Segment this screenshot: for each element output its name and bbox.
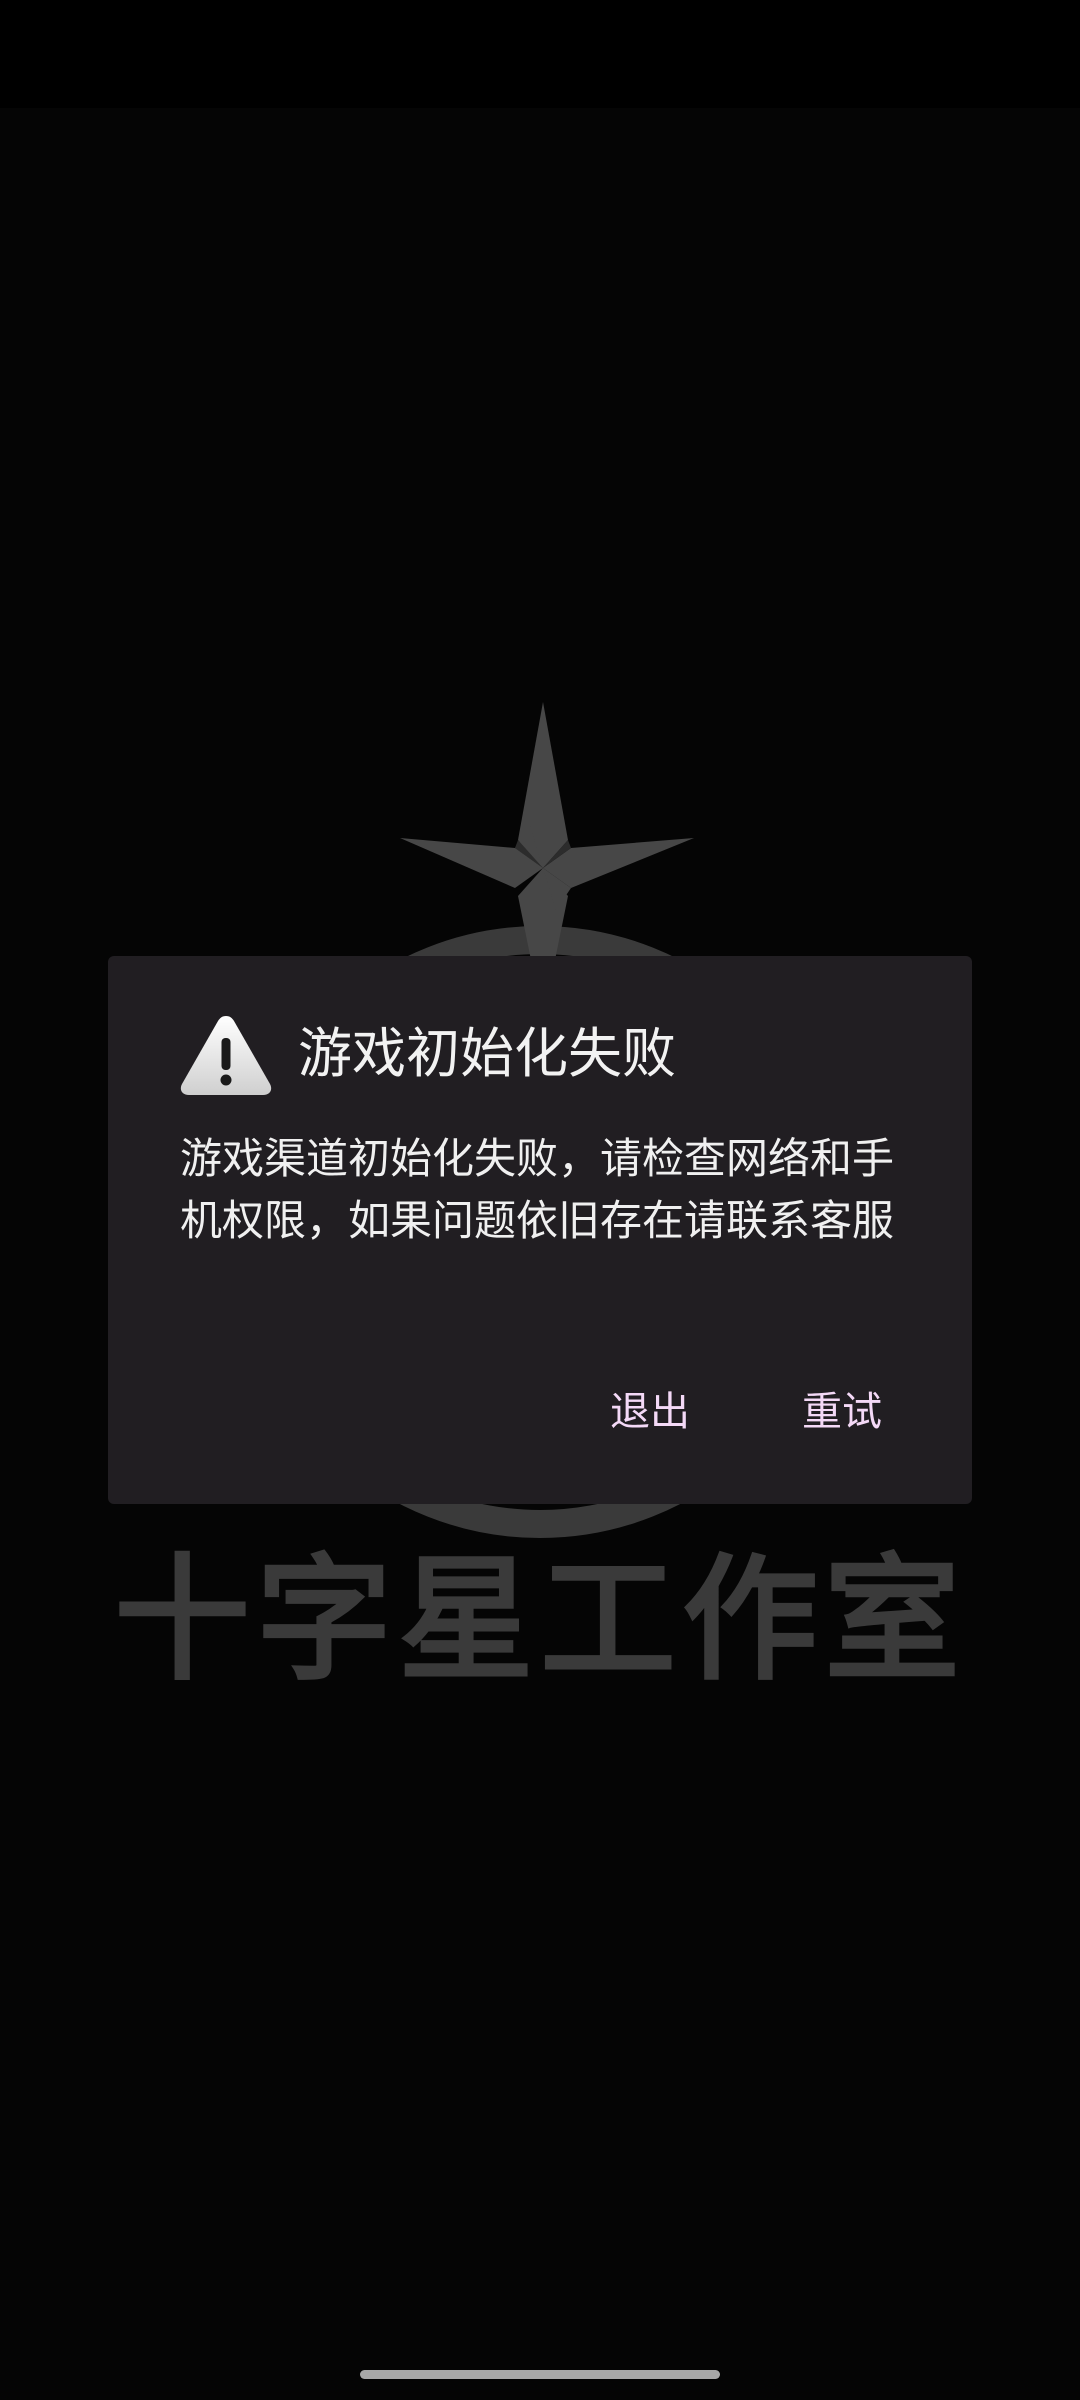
error-dialog: 游戏初始化失败 游戏渠道初始化失败，请检查网络和手机权限，如果问题依旧存在请联系…	[108, 956, 972, 1504]
retry-button[interactable]: 重试	[782, 1376, 902, 1448]
app-screen: 十字星工作室 游戏初始化失败 游戏渠道初始化失败，请检查网络和手机权限，如果问题…	[0, 0, 1080, 2400]
warning-icon	[180, 1016, 272, 1095]
studio-name: 十字星工作室	[114, 1540, 966, 1700]
dialog-title: 游戏初始化失败	[298, 1022, 676, 1085]
dialog-message: 游戏渠道初始化失败，请检查网络和手机权限，如果问题依旧存在请联系客服	[180, 1134, 895, 1245]
dialog-header: 游戏初始化失败	[178, 1006, 676, 1102]
home-indicator[interactable]	[360, 2370, 720, 2379]
exit-button[interactable]: 退出	[590, 1376, 710, 1448]
